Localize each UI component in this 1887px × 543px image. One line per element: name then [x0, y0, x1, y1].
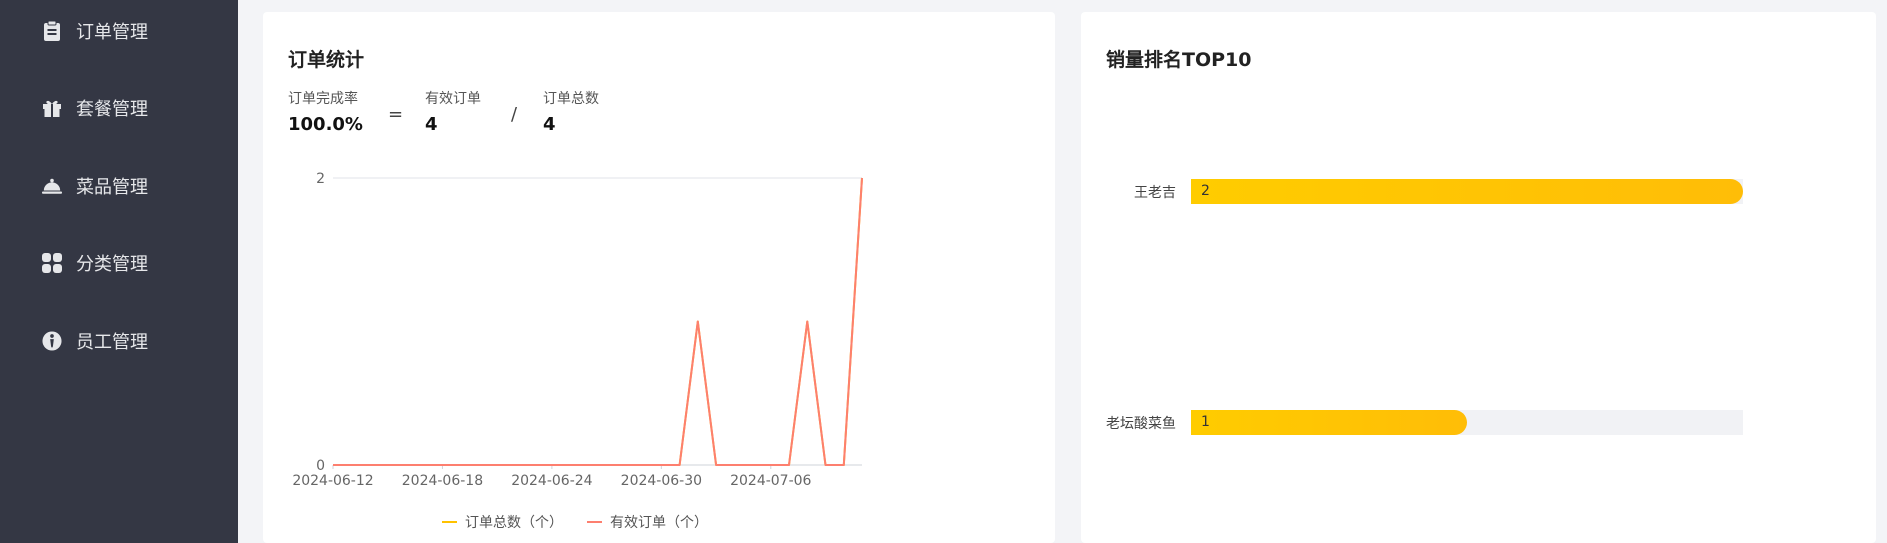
- legend-swatch-total: [442, 521, 457, 523]
- equals-sign: =: [388, 104, 404, 125]
- x-tick-label: 2024-06-18: [402, 473, 483, 489]
- sidebar-item-categories[interactable]: 分类管理: [0, 235, 238, 291]
- y-tick-label: 2: [316, 171, 325, 187]
- completion-rate-value: 100.0%: [288, 114, 363, 135]
- rank-item-label: 老坛酸菜鱼: [1106, 416, 1176, 432]
- cloche-icon: [42, 176, 62, 196]
- total-orders-value: 4: [543, 114, 556, 135]
- sidebar-item-label: 订单管理: [76, 22, 148, 43]
- sidebar-item-label: 套餐管理: [76, 99, 148, 120]
- sidebar-item-orders[interactable]: 订单管理: [0, 3, 238, 59]
- y-tick-label: 0: [316, 458, 325, 474]
- rank-bar-track: 2: [1191, 179, 1743, 204]
- legend-label-total: 订单总数（个）: [465, 515, 563, 531]
- divide-sign: /: [511, 104, 518, 125]
- rank-bar: 1: [1191, 410, 1467, 435]
- x-tick-label: 2024-06-12: [292, 473, 373, 489]
- clipboard-icon: [42, 21, 62, 41]
- ranking-title: 销量排名TOP10: [1106, 49, 1252, 71]
- rank-item-label: 王老吉: [1134, 185, 1176, 201]
- sidebar-item-label: 菜品管理: [76, 177, 148, 198]
- sidebar-item-combos[interactable]: 套餐管理: [0, 80, 238, 136]
- rank-bar-value: 2: [1201, 183, 1210, 199]
- employee-icon: [42, 331, 62, 351]
- sidebar: 订单管理 套餐管理 菜品管理 分类管理 员工管理: [0, 0, 238, 543]
- x-tick-label: 2024-06-24: [511, 473, 592, 489]
- order-stats-card: 订单统计 订单完成率 100.0% = 有效订单 4 / 订单总数 4 0 2 20…: [263, 12, 1055, 543]
- rank-bar-value: 1: [1201, 414, 1210, 430]
- rank-bar: 2: [1191, 179, 1743, 204]
- total-orders-label: 订单总数: [543, 91, 599, 107]
- sidebar-item-label: 员工管理: [76, 332, 148, 353]
- series-line-order-total: [333, 177, 863, 466]
- sales-ranking-card: 销量排名TOP10 王老吉 2 老坛酸菜鱼 1: [1081, 12, 1876, 543]
- x-tick-label: 2024-07-06: [730, 473, 811, 489]
- x-tick-label: 2024-06-30: [621, 473, 702, 489]
- gift-icon: [42, 98, 62, 118]
- legend-valid-orders[interactable]: 有效订单（个）: [587, 512, 708, 532]
- series-line-valid-orders: [333, 177, 863, 466]
- order-line-chart: 0 2 2024-06-12 2024-06-18 2024-06-24 2024-06-…: [292, 171, 863, 489]
- completion-rate-label: 订单完成率: [288, 91, 358, 107]
- category-grid-icon: [42, 253, 62, 273]
- sidebar-item-employees[interactable]: 员工管理: [0, 313, 238, 369]
- legend-label-valid: 有效订单（个）: [610, 515, 708, 531]
- legend-order-total[interactable]: 订单总数（个）: [442, 512, 563, 532]
- valid-orders-value: 4: [425, 114, 438, 135]
- valid-orders-label: 有效订单: [425, 91, 481, 107]
- order-stats-title: 订单统计: [288, 49, 365, 71]
- sidebar-item-label: 分类管理: [76, 254, 148, 275]
- sidebar-item-dishes[interactable]: 菜品管理: [0, 158, 238, 214]
- legend-swatch-valid: [587, 521, 602, 523]
- rank-bar-track: 1: [1191, 410, 1743, 435]
